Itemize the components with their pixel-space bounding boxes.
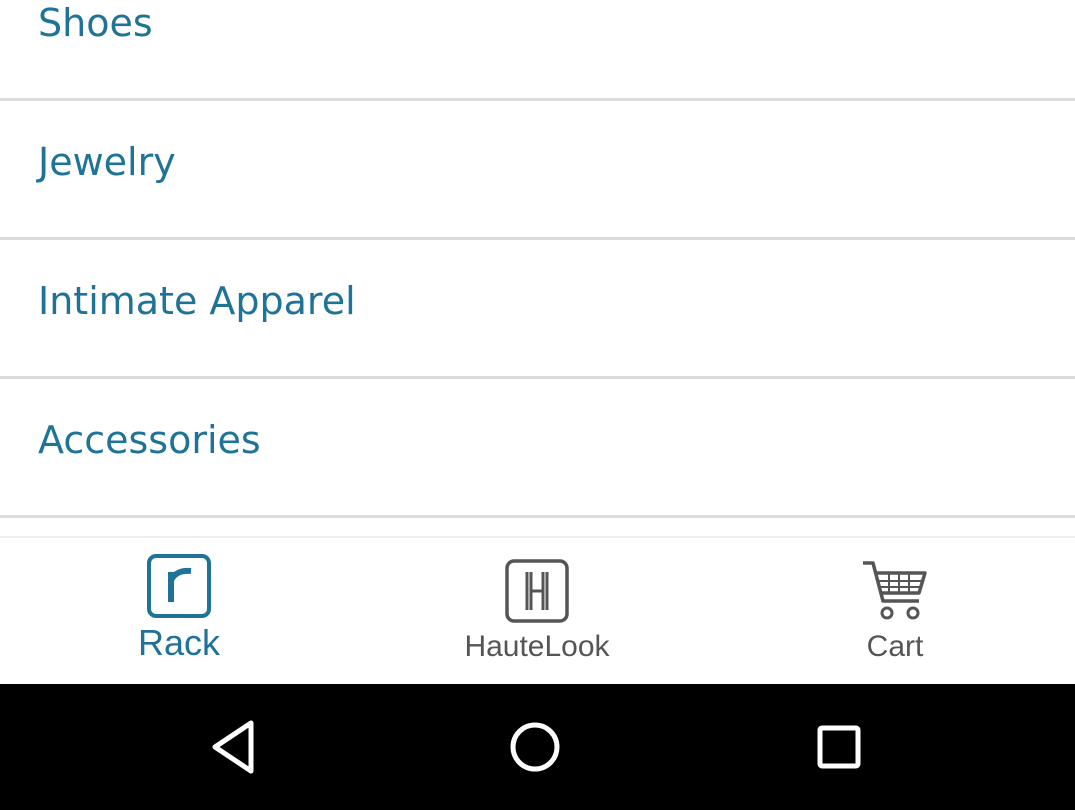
screen: Shoes Jewelry Intimate Apparel Accessori… bbox=[0, 0, 1075, 810]
back-triangle-icon[interactable] bbox=[205, 717, 265, 777]
home-circle-icon[interactable] bbox=[505, 717, 565, 777]
category-item-intimate-apparel[interactable]: Intimate Apparel bbox=[0, 242, 1075, 379]
category-label: Accessories bbox=[38, 418, 261, 462]
rack-r-icon bbox=[147, 554, 211, 618]
tab-rack[interactable]: Rack bbox=[0, 538, 358, 684]
tab-rack-label: Rack bbox=[137, 622, 221, 663]
tab-hautelook[interactable]: HauteLook bbox=[358, 538, 716, 684]
category-item-shoes[interactable]: Shoes bbox=[0, 0, 1075, 101]
category-label: Shoes bbox=[38, 1, 153, 45]
category-label: Jewelry bbox=[38, 140, 176, 184]
category-item-partial[interactable] bbox=[0, 519, 1075, 536]
category-label: Intimate Apparel bbox=[38, 279, 356, 323]
tab-hautelook-label: HauteLook bbox=[464, 630, 610, 663]
hautelook-h-icon bbox=[505, 559, 569, 623]
bottom-tab-bar: Rack HauteLook Cart bbox=[0, 536, 1075, 684]
category-item-jewelry[interactable]: Jewelry bbox=[0, 103, 1075, 240]
category-item-accessories[interactable]: Accessories bbox=[0, 381, 1075, 518]
category-list: Shoes Jewelry Intimate Apparel Accessori… bbox=[0, 0, 1075, 536]
tab-cart[interactable]: Cart bbox=[716, 538, 1074, 684]
recents-square-icon[interactable] bbox=[809, 717, 869, 777]
android-navigation-bar bbox=[0, 684, 1075, 810]
shopping-cart-icon bbox=[863, 561, 927, 620]
tab-cart-label: Cart bbox=[866, 630, 924, 663]
